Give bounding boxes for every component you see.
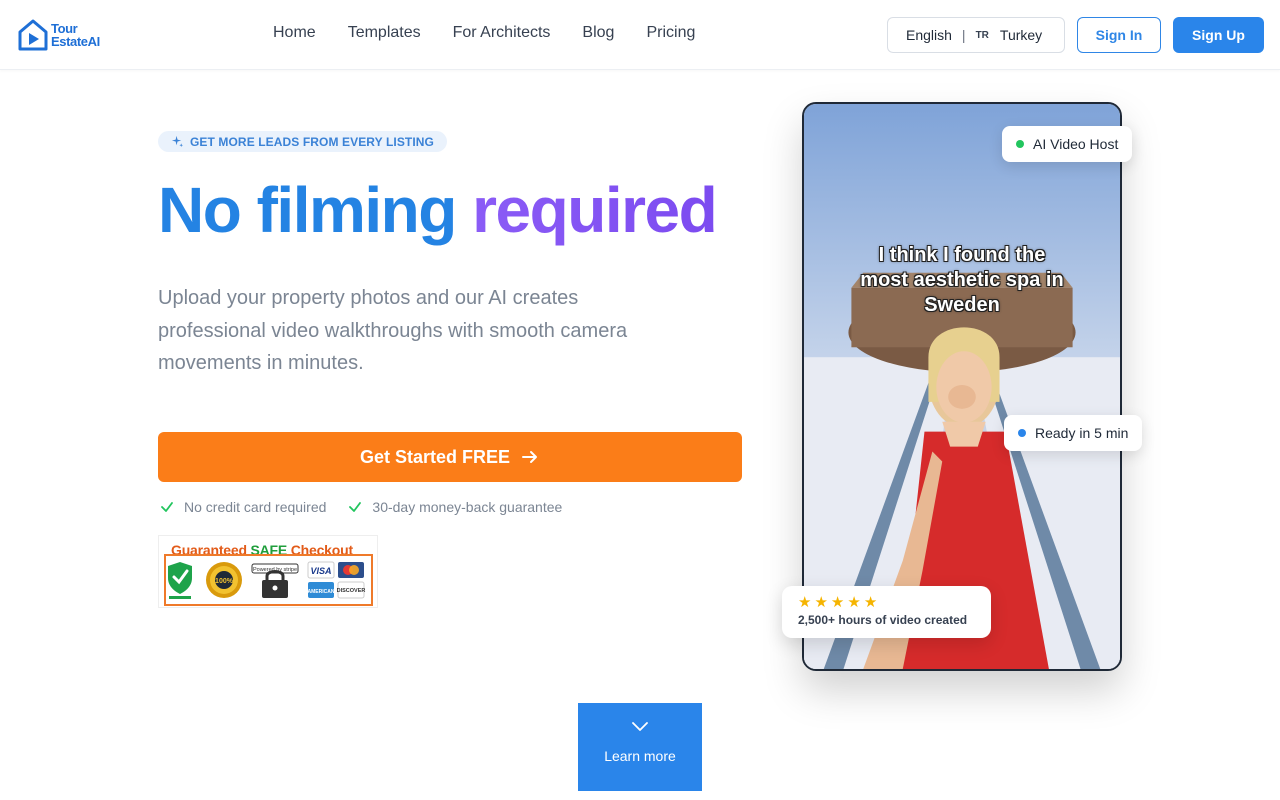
star-icon: ★ xyxy=(814,594,828,611)
star-rating: ★ ★ ★ ★ ★ xyxy=(798,595,877,610)
video-caption: I think I found the most aesthetic spa i… xyxy=(860,244,1064,316)
country-code: TR xyxy=(975,29,989,41)
rating-card: ★ ★ ★ ★ ★ 2,500+ hours of video created xyxy=(782,586,991,638)
nav-pricing[interactable]: Pricing xyxy=(646,24,695,42)
nav-blog[interactable]: Blog xyxy=(582,24,614,42)
svg-text:DISCOVER: DISCOVER xyxy=(337,588,366,594)
star-icon: ★ xyxy=(863,594,878,611)
safe-checkout-seal: Guaranteed SAFE Checkout 100% Powered by… xyxy=(158,535,378,608)
svg-text:100%: 100% xyxy=(215,578,234,585)
learn-more-button[interactable]: Learn more xyxy=(578,703,702,791)
trust-checks: No credit card required 30-day money-bac… xyxy=(160,499,562,515)
brand-logo[interactable]: Tour EstateAI xyxy=(17,18,100,52)
check-item: 30-day money-back guarantee xyxy=(348,499,562,515)
get-started-label: Get Started FREE xyxy=(359,446,511,467)
svg-text:VISA: VISA xyxy=(310,566,331,576)
ai-video-host-pill: AI Video Host xyxy=(1002,126,1133,162)
check-icon xyxy=(161,502,173,512)
video-thumbnail-image xyxy=(804,104,1120,669)
ready-time-label: Ready in 5 min xyxy=(1035,425,1129,441)
ai-video-host-label: AI Video Host xyxy=(1033,136,1119,152)
check-text: No credit card required xyxy=(184,499,327,515)
learn-more-label: Learn more xyxy=(604,748,676,764)
check-icon xyxy=(349,502,362,512)
hero-title-part2: required xyxy=(472,174,718,246)
site-header: Tour EstateAI Home Templates For Archite… xyxy=(0,0,1280,70)
nav-home[interactable]: Home xyxy=(273,24,316,42)
seal-badges: 100% Powered by stripe VISA AMERICAN DIS… xyxy=(164,554,373,606)
house-play-icon xyxy=(18,19,48,51)
ready-time-pill: Ready in 5 min xyxy=(1004,415,1143,451)
chevron-down-icon xyxy=(632,722,648,731)
rating-text: 2,500+ hours of video created xyxy=(798,613,968,627)
svg-text:AMERICAN: AMERICAN xyxy=(308,589,335,595)
nav-for-architects[interactable]: For Architects xyxy=(453,24,551,42)
sign-up-button[interactable]: Sign Up xyxy=(1173,17,1264,53)
payment-badges-image: 100% Powered by stripe VISA AMERICAN DIS… xyxy=(168,561,366,599)
check-item: No credit card required xyxy=(160,499,326,515)
star-icon: ★ xyxy=(798,594,812,611)
brand-name: Tour EstateAI xyxy=(51,21,100,49)
star-icon: ★ xyxy=(847,594,861,611)
country-label: Turkey xyxy=(999,27,1043,43)
language-selector[interactable]: English | TR Turkey xyxy=(887,17,1065,53)
green-dot-icon xyxy=(1016,140,1024,148)
check-text: 30-day money-back guarantee xyxy=(372,499,563,515)
hero-title-part1: No filming xyxy=(158,174,457,246)
sparkle-icon xyxy=(171,135,184,148)
arrow-right-icon xyxy=(522,451,538,463)
blue-dot-icon xyxy=(1018,429,1026,437)
get-started-button[interactable]: Get Started FREE xyxy=(158,432,742,482)
hero-badge: GET MORE LEADS FROM EVERY LISTING xyxy=(158,131,447,152)
language-label: English xyxy=(906,27,952,43)
star-icon: ★ xyxy=(830,594,845,611)
language-separator: | xyxy=(961,27,966,43)
hero-badge-text: GET MORE LEADS FROM EVERY LISTING xyxy=(190,134,434,149)
nav-templates[interactable]: Templates xyxy=(348,24,421,42)
hero-description: Upload your property photos and our AI c… xyxy=(158,287,628,374)
hero-title: No filming required xyxy=(158,170,718,250)
sign-in-button[interactable]: Sign In xyxy=(1077,17,1161,53)
main-nav: Home Templates For Architects Blog Prici… xyxy=(273,24,695,42)
